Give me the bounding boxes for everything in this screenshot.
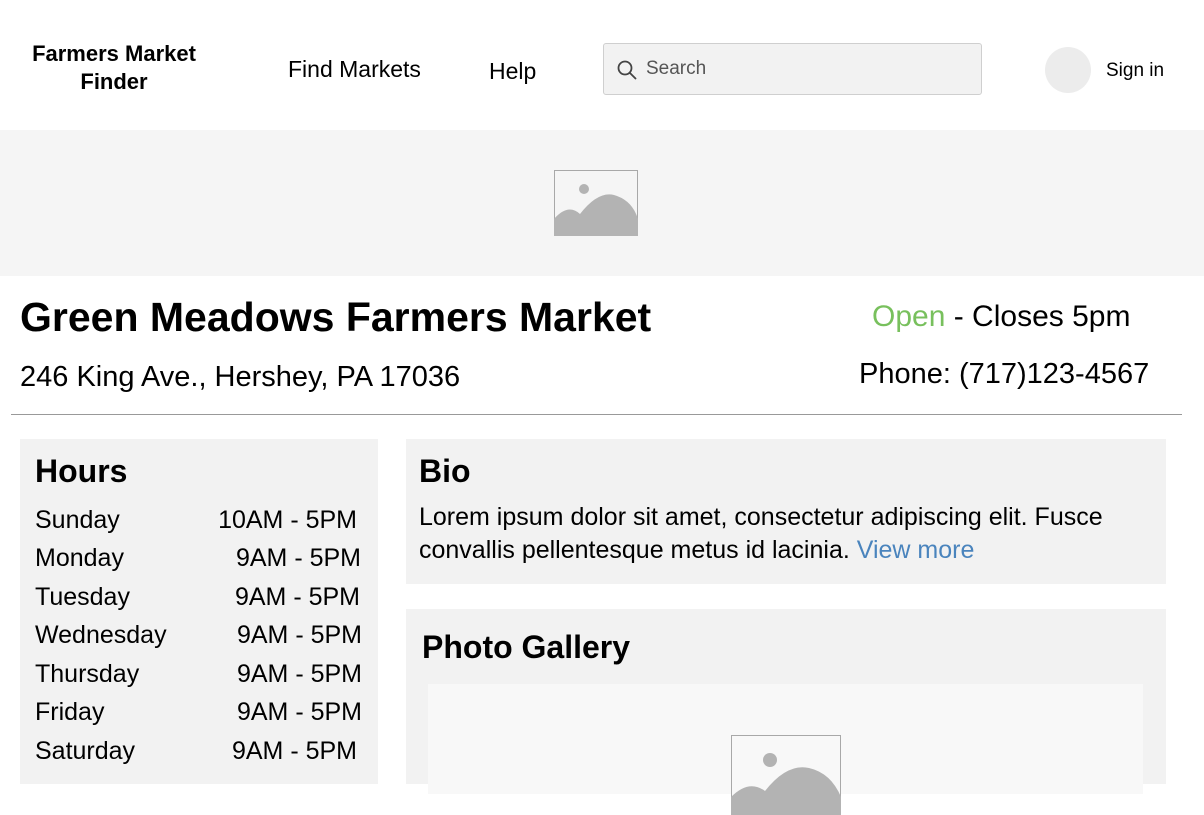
hours-row: Saturday 9AM - 5PM: [35, 737, 357, 775]
image-placeholder-icon: [554, 170, 638, 236]
open-status: Open - Closes 5pm: [872, 300, 1130, 334]
gallery-photo[interactable]: [428, 684, 1143, 815]
hours-row: Friday 9AM - 5PM: [35, 698, 362, 736]
image-placeholder-icon: [731, 735, 841, 815]
hours-day: Friday: [35, 698, 105, 726]
hours-day: Tuesday: [35, 583, 130, 611]
hours-row: Thursday 9AM - 5PM: [35, 660, 362, 698]
nav-find-markets[interactable]: Find Markets: [288, 56, 421, 83]
hours-time: 9AM - 5PM: [231, 737, 357, 765]
bio-heading: Bio: [419, 453, 471, 489]
hours-day: Wednesday: [35, 621, 167, 649]
hours-day: Saturday: [35, 737, 136, 765]
market-phone: Phone: (717)123-4567: [859, 358, 1150, 390]
hours-card: Hours Sunday 10AM - 5PM Monday 9AM - 5PM…: [20, 439, 378, 784]
view-more-link[interactable]: View more: [857, 536, 975, 564]
hours-time: 9AM - 5PM: [236, 660, 362, 688]
hours-day: Monday: [35, 544, 124, 572]
nav-help[interactable]: Help: [489, 58, 536, 85]
bio-card: Bio Lorem ipsum dolor sit amet, consecte…: [406, 439, 1166, 584]
market-address: 246 King Ave., Hershey, PA 17036: [20, 361, 461, 393]
avatar[interactable]: [1045, 47, 1091, 93]
search-input[interactable]: [646, 44, 966, 94]
hours-row: Tuesday 9AM - 5PM: [35, 583, 360, 621]
hours-row: Wednesday 9AM - 5PM: [35, 621, 362, 659]
hours-row: Monday 9AM - 5PM: [35, 544, 361, 582]
hours-time: 9AM - 5PM: [236, 621, 362, 649]
hours-day: Sunday: [35, 506, 120, 534]
photo-gallery-card: Photo Gallery: [406, 609, 1166, 815]
divider: [11, 414, 1182, 415]
search-icon: [617, 60, 637, 80]
bio-body: Lorem ipsum dolor sit amet, consectetur …: [419, 503, 1103, 564]
status-badge: Open: [872, 300, 946, 333]
gallery-heading: Photo Gallery: [422, 629, 631, 665]
hours-row: Sunday 10AM - 5PM: [35, 506, 357, 544]
bio-text: Lorem ipsum dolor sit amet, consectetur …: [419, 501, 1164, 567]
hours-time: 9AM - 5PM: [236, 698, 362, 726]
closing-time: - Closes 5pm: [945, 300, 1131, 333]
market-title: Green Meadows Farmers Market: [20, 294, 652, 340]
app-logo[interactable]: Farmers Market Finder: [14, 40, 214, 96]
hours-time: 9AM - 5PM: [234, 583, 360, 611]
hours-time: 9AM - 5PM: [235, 544, 361, 572]
hours-heading: Hours: [35, 453, 128, 489]
search-bar[interactable]: [603, 43, 982, 95]
hero-banner: [0, 130, 1204, 276]
hours-day: Thursday: [35, 660, 140, 688]
sign-in-link[interactable]: Sign in: [1106, 60, 1164, 82]
hours-time: 10AM - 5PM: [218, 506, 357, 534]
